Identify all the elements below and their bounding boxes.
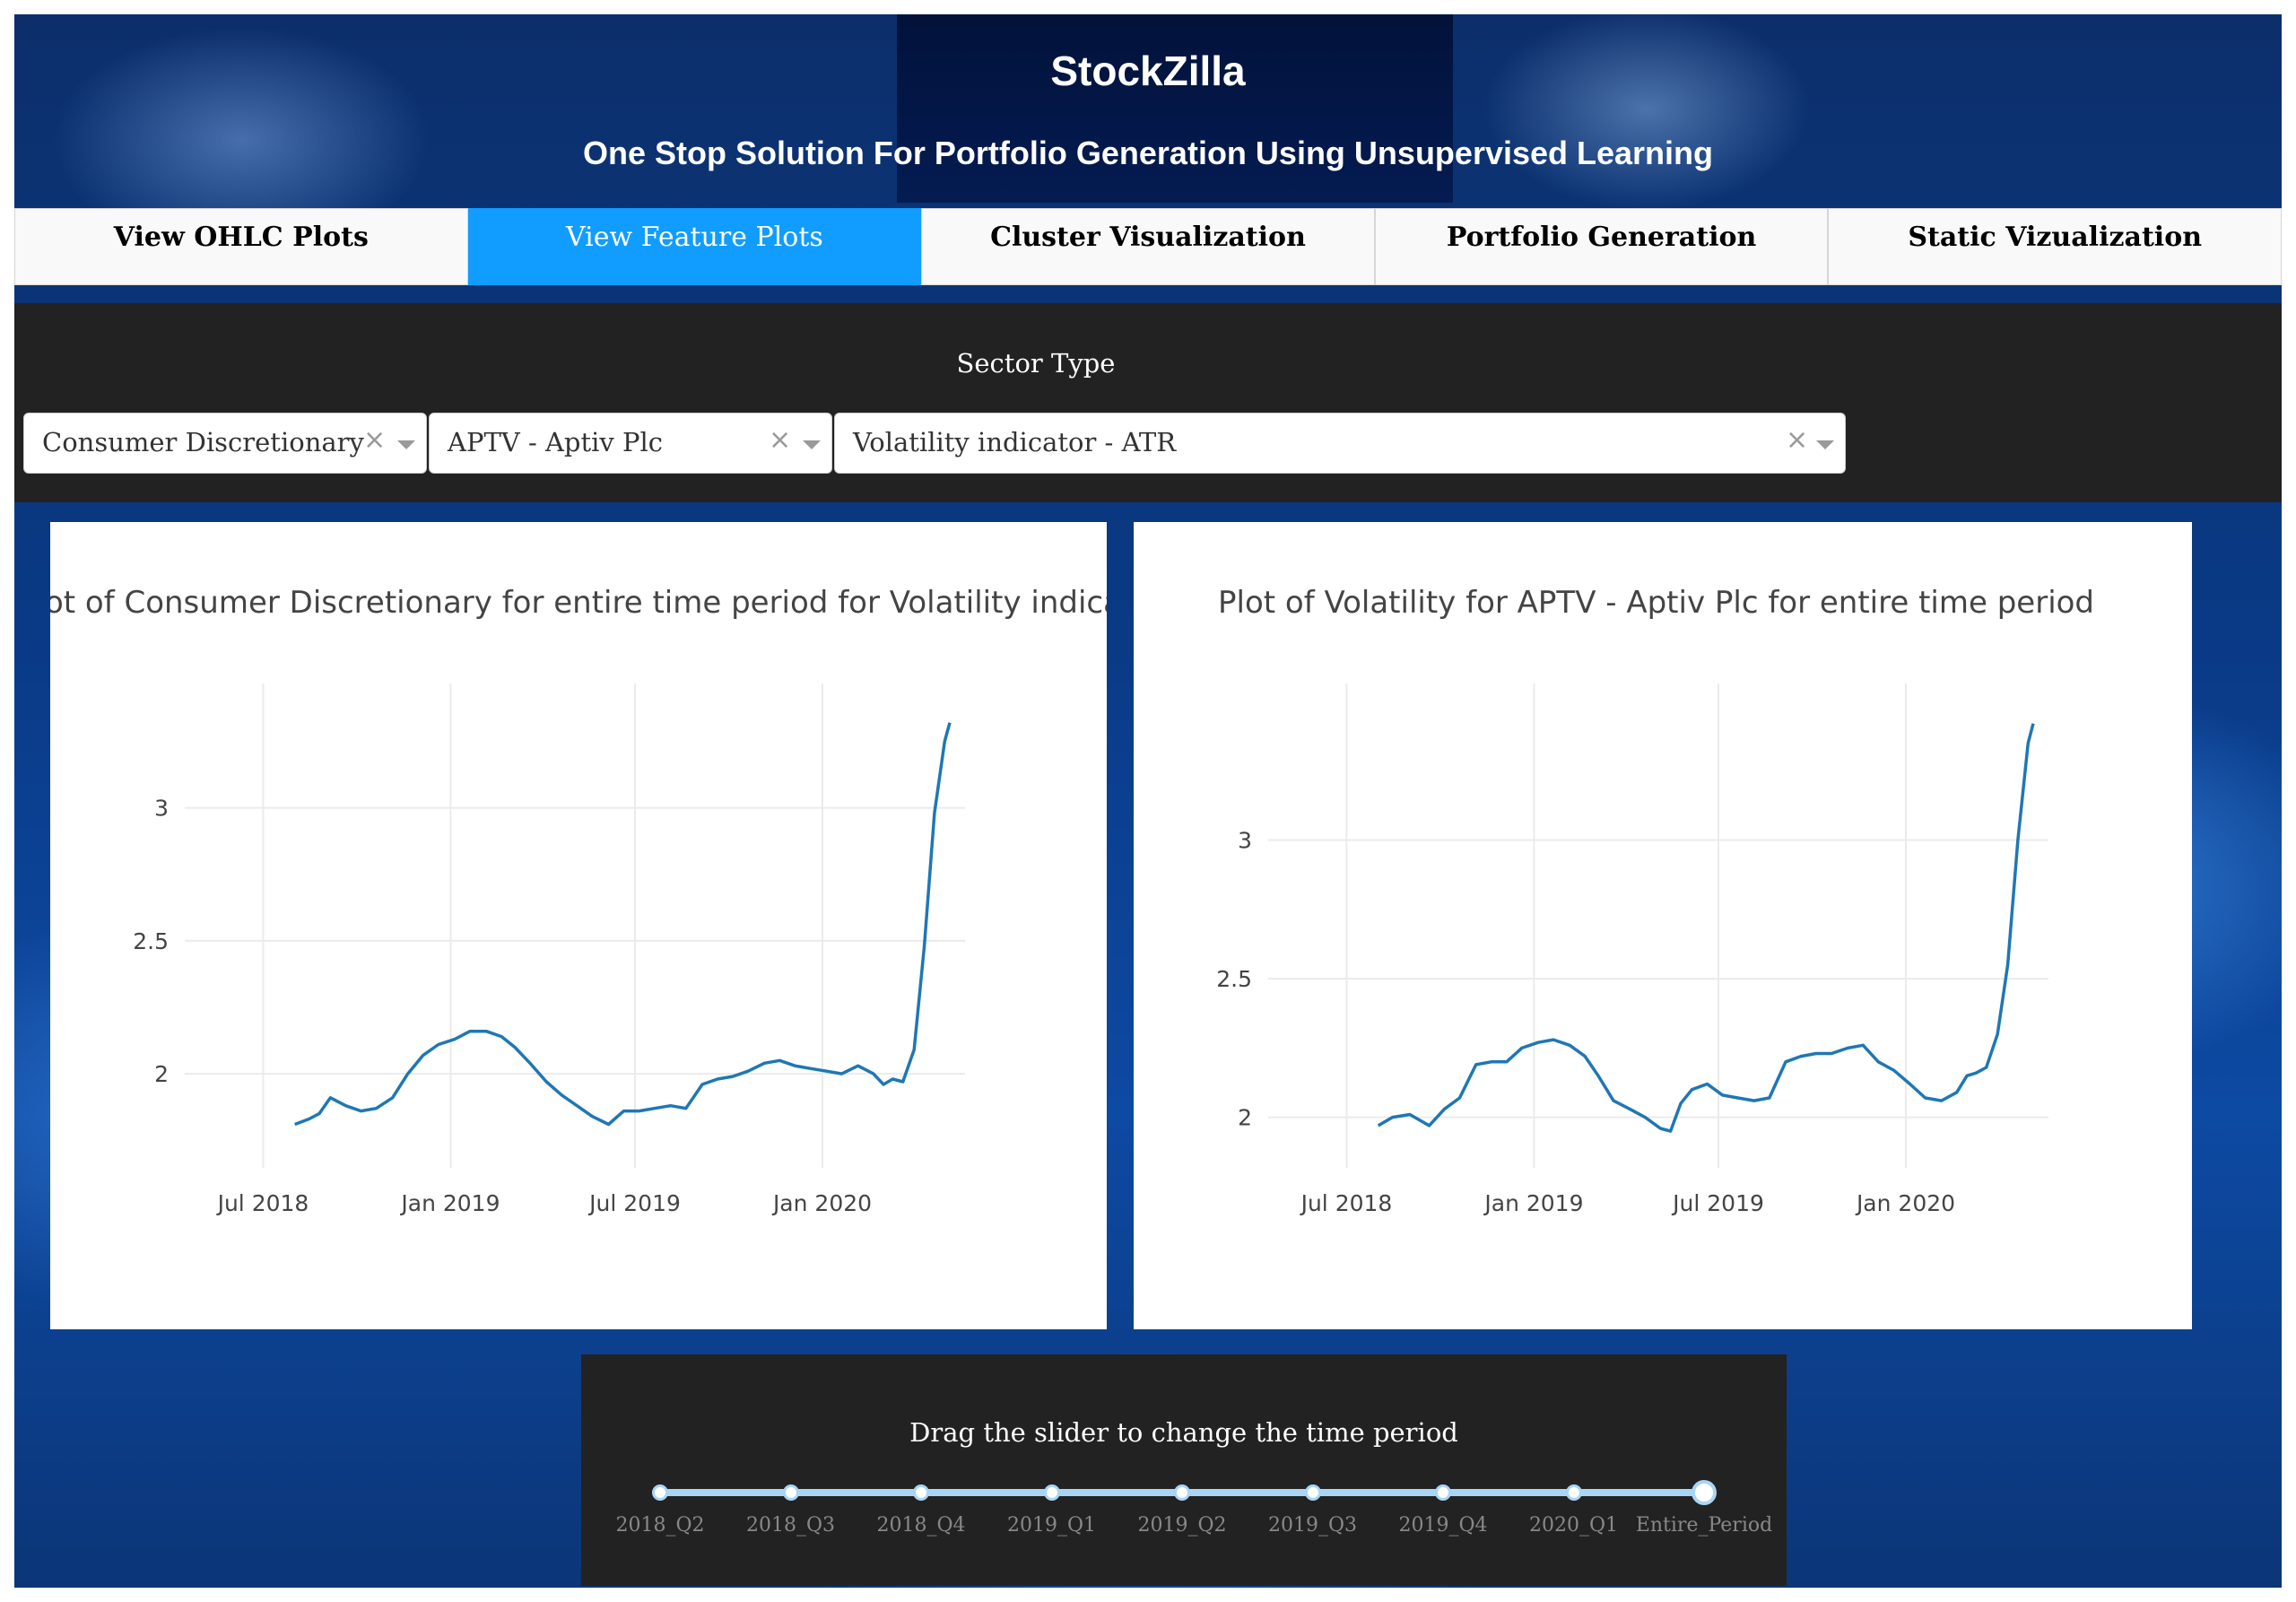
slider-mark-label[interactable]: 2019_Q2 [1137,1514,1226,1537]
slider-dot[interactable] [782,1484,799,1501]
y-tick-label: 2 [154,1061,169,1087]
slider-label: Drag the slider to change the time perio… [909,1417,1458,1448]
slider-mark-label[interactable]: 2018_Q2 [615,1514,704,1537]
header-backdrop [897,14,1453,203]
clear-icon[interactable]: × [1786,424,1808,456]
y-tick-label: 2 [1238,1105,1252,1131]
slider-mark-label[interactable]: 2018_Q3 [746,1514,835,1537]
tab-view-feature-plots[interactable]: View Feature Plots [467,208,922,285]
stock-dropdown[interactable]: APTV - Aptiv Plc × [429,413,832,474]
x-tick-label: Jul 2019 [1671,1190,1764,1216]
tab-portfolio-generation[interactable]: Portfolio Generation [1374,208,1829,285]
x-tick-label: Jan 2020 [771,1190,872,1216]
slider-dot[interactable] [913,1484,929,1501]
chevron-down-icon[interactable] [397,440,415,449]
slider-mark-label[interactable]: Entire_Period [1636,1514,1772,1537]
sector-dropdown[interactable]: Consumer Discretionary × [23,413,427,474]
chevron-down-icon[interactable] [803,440,821,449]
slider-dot[interactable] [1304,1484,1321,1501]
x-tick-label: Jul 2018 [216,1190,309,1216]
sector-volatility-chart[interactable]: 2 2.5 3 Jul 2018 Jan 2019 Jul 2019 Jan 2020 [50,522,1107,1329]
tab-view-ohlc-plots[interactable]: View OHLC Plots [14,208,468,285]
app-title: StockZilla [1050,48,1246,94]
sector-plot-card: Plot of Consumer Discretionary for entir… [50,522,1107,1329]
tab-static-vizualization[interactable]: Static Vizualization [1828,208,2282,285]
series-line[interactable] [1377,723,2035,1133]
feature-dropdown-value: Volatility indicator - ATR [853,427,1177,457]
y-tick-label: 3 [154,796,169,822]
stock-plot-card: Plot of Volatility for APTV - Aptiv Plc … [1134,522,2192,1329]
controls-panel: Sector Type Consumer Discretionary × APT… [14,303,2282,502]
slider-handle[interactable] [1692,1480,1717,1505]
slider-mark-label[interactable]: 2018_Q4 [876,1514,965,1537]
y-tick-label: 2.5 [1216,966,1252,992]
sector-dropdown-value: Consumer Discretionary [42,427,364,457]
tab-bar: View OHLC Plots View Feature Plots Clust… [14,208,2282,285]
app-subtitle: One Stop Solution For Portfolio Generati… [582,135,1714,171]
clear-icon[interactable]: × [769,424,791,456]
y-tick-label: 2.5 [133,928,169,954]
slider-dot[interactable] [1174,1484,1190,1501]
slider-mark-label[interactable]: 2019_Q3 [1268,1514,1357,1537]
slider-dot[interactable] [652,1484,668,1501]
x-tick-label: Jan 2020 [1855,1190,1955,1216]
stock-dropdown-value: APTV - Aptiv Plc [448,427,664,457]
tab-cluster-visualization[interactable]: Cluster Visualization [921,208,1375,285]
sector-type-label: Sector Type [956,348,1116,379]
x-tick-label: Jul 2019 [587,1190,681,1216]
x-tick-label: Jan 2019 [1483,1190,1583,1216]
time-period-slider-panel: Drag the slider to change the time perio… [581,1354,1787,1586]
clear-icon[interactable]: × [363,424,386,456]
slider-mark-label[interactable]: 2019_Q1 [1007,1514,1096,1537]
x-tick-label: Jan 2019 [399,1190,500,1216]
slider-dot[interactable] [1565,1484,1582,1501]
chevron-down-icon[interactable] [1816,440,1834,449]
x-tick-label: Jul 2018 [1300,1190,1393,1216]
y-tick-label: 3 [1238,828,1252,854]
slider-mark-label[interactable]: 2020_Q1 [1529,1514,1618,1537]
series-line[interactable] [294,722,952,1127]
feature-dropdown[interactable]: Volatility indicator - ATR × [834,413,1846,474]
stock-volatility-chart[interactable]: 2 2.5 3 Jul 2018 Jan 2019 Jul 2019 Jan 2020 [1134,522,2192,1329]
slider-dot[interactable] [1435,1484,1451,1501]
slider-dot[interactable] [1043,1484,1060,1501]
slider-mark-label[interactable]: 2019_Q4 [1398,1514,1487,1537]
